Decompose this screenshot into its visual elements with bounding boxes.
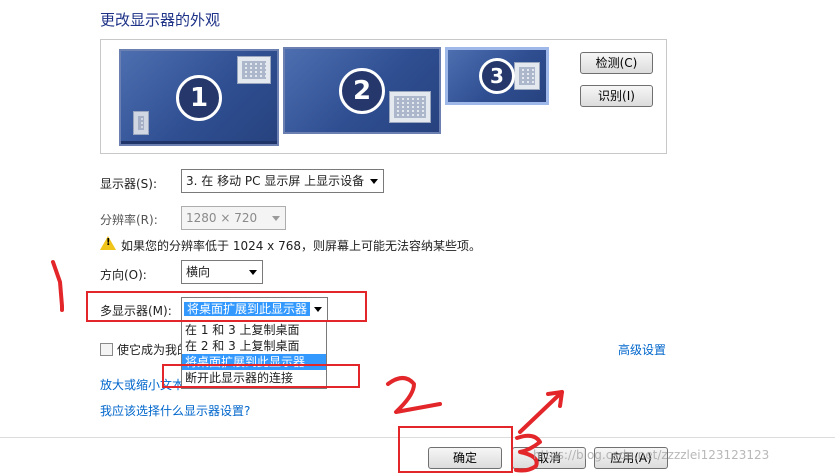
monitor-1[interactable]: 1	[119, 49, 279, 146]
warning-text: 如果您的分辨率低于 1024 x 768，则屏幕上可能无法容纳某些项。	[121, 239, 481, 253]
advanced-settings-link[interactable]: 高级设置	[618, 341, 666, 358]
orientation-select[interactable]: 横向	[181, 260, 263, 284]
resolution-label: 分辨率(R):	[100, 213, 158, 227]
orientation-select-value: 横向	[186, 265, 211, 279]
warning-icon	[100, 236, 116, 250]
annotation-box-multi-display	[86, 291, 367, 322]
chevron-down-icon	[272, 216, 280, 221]
monitor-number-badge: 3	[479, 58, 515, 94]
dropdown-option[interactable]: 在 1 和 3 上复制桌面	[182, 322, 326, 338]
window-thumbnail-icon	[514, 62, 540, 90]
monitor-number-badge: 2	[339, 67, 385, 114]
monitor-2[interactable]: 2	[283, 47, 441, 134]
display-label: 显示器(S):	[100, 177, 158, 191]
which-settings-link[interactable]: 我应该选择什么显示器设置?	[100, 402, 250, 419]
make-main-display-checkbox[interactable]	[100, 343, 113, 356]
window-thumbnail-icon	[237, 56, 271, 84]
display-select[interactable]: 3. 在 移动 PC 显示屏 上显示设备	[181, 169, 384, 193]
monitor-number-badge: 1	[176, 74, 222, 121]
dropdown-option[interactable]: 在 2 和 3 上复制桌面	[182, 338, 326, 354]
chevron-down-icon	[249, 270, 257, 275]
watermark: https://blog.csdn.net/zzzzlei123123123	[533, 448, 770, 462]
annotation-box-ok-button	[398, 426, 513, 473]
annotation-stroke-2	[386, 376, 442, 414]
resolution-select-value: 1280 × 720	[186, 211, 258, 225]
resolution-select: 1280 × 720	[181, 206, 286, 230]
annotation-box-disconnect-option	[162, 364, 360, 388]
taskbar	[121, 141, 277, 144]
annotation-stroke-arrowhead	[546, 390, 564, 408]
window-thumbnail-icon	[389, 91, 431, 123]
orientation-label: 方向(O):	[100, 268, 147, 282]
checkbox-label: 使它成为我的	[117, 343, 190, 357]
display-select-value: 3. 在 移动 PC 显示屏 上显示设备	[186, 174, 365, 188]
detect-button[interactable]: 检测(C)	[580, 52, 653, 74]
monitor-3[interactable]: 3	[445, 47, 549, 105]
chevron-down-icon	[370, 179, 378, 184]
desktop-icons	[133, 111, 149, 135]
annotation-stroke-arrow	[518, 390, 564, 434]
annotation-stroke-1	[51, 260, 64, 312]
page-title: 更改显示器的外观	[100, 11, 221, 29]
identify-button[interactable]: 识别(I)	[580, 85, 653, 107]
